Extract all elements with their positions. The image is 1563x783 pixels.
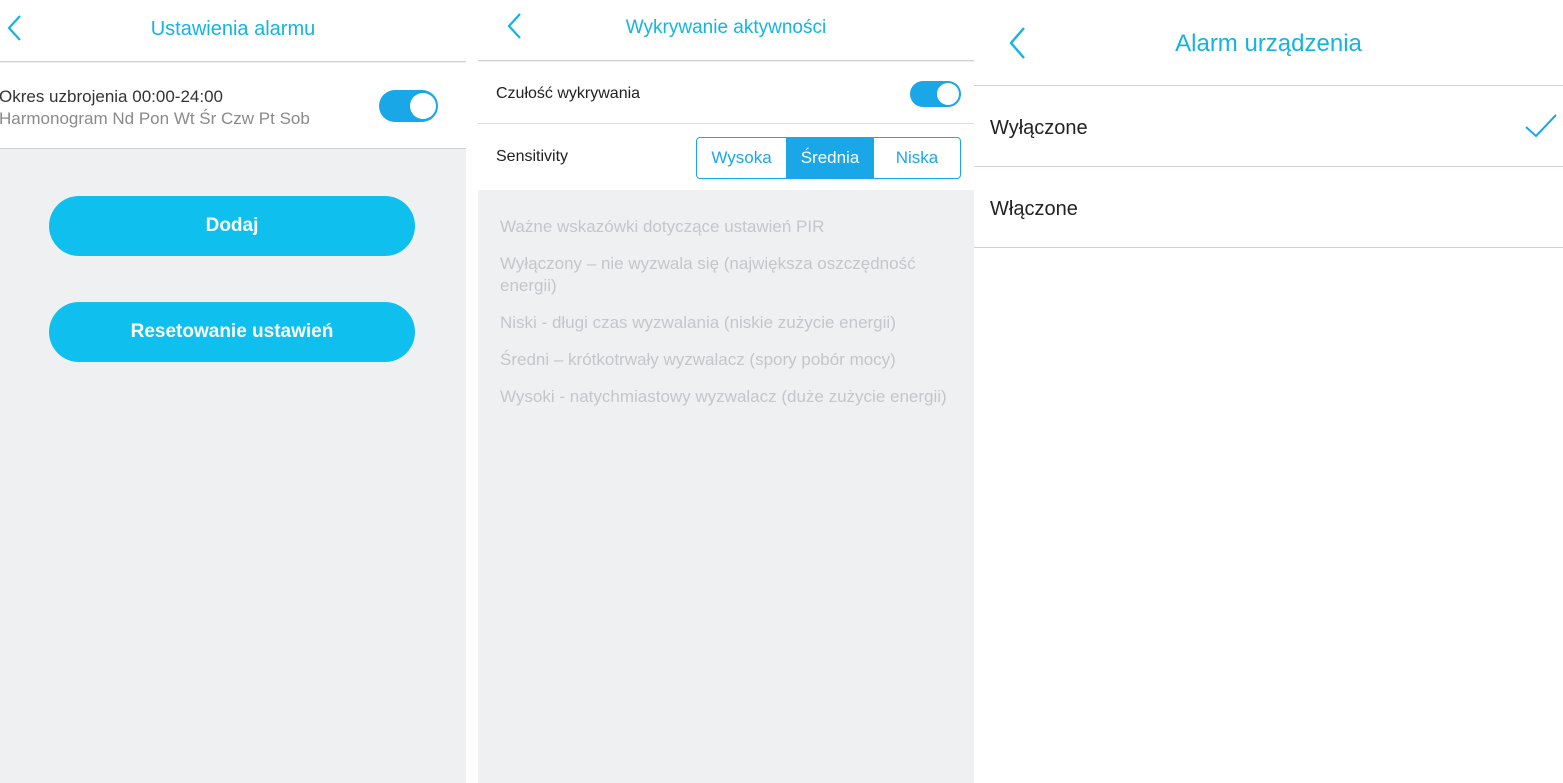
option-label: Włączone <box>990 198 1078 220</box>
tip-heading: Ważne wskazówki dotyczące ustawień PIR <box>500 217 825 236</box>
header: Ustawienia alarmu <box>0 0 466 62</box>
option-disabled[interactable]: Wyłączone <box>974 87 1563 167</box>
armed-period-text: Okres uzbrojenia 00:00-24:00 <box>0 87 223 107</box>
option-label: Wyłączone <box>990 117 1088 139</box>
detection-label: Czułość wykrywania <box>496 85 641 102</box>
reset-settings-button[interactable]: Resetowanie ustawień <box>49 302 415 362</box>
detection-toggle[interactable] <box>910 81 961 107</box>
detection-row: Czułość wykrywania <box>478 62 974 124</box>
device-alarm-panel: Alarm urządzenia Wyłączone Włączone <box>974 0 1563 783</box>
armed-toggle[interactable] <box>379 90 438 122</box>
schedule-text: Harmonogram Nd Pon Wt Śr Czw Pt Sob <box>0 109 310 129</box>
option-enabled[interactable]: Włączone <box>974 168 1563 248</box>
tip-low: Niski - długi czas wyzwalania (niskie zu… <box>500 313 896 332</box>
period-value: 00:00-24:00 <box>132 87 223 106</box>
header: Alarm urządzenia <box>974 0 1563 86</box>
sensitivity-label: Sensitivity <box>496 148 569 165</box>
add-button[interactable]: Dodaj <box>49 196 415 256</box>
schedule-label: Harmonogram <box>0 109 108 128</box>
page-title: Ustawienia alarmu <box>150 18 316 40</box>
activity-detection-panel: Wykrywanie aktywności Czułość wykrywania… <box>478 0 974 783</box>
armed-period-row: Okres uzbrojenia 00:00-24:00 Harmonogram… <box>0 63 466 149</box>
tip-high: Wysoki - natychmiastowy wyzwalacz (duże … <box>500 387 947 406</box>
sensitivity-segmented-control: Wysoka Średnia Niska <box>696 137 961 179</box>
tip-medium: Średni – krótkotrwały wyzwalacz (spory p… <box>500 350 896 369</box>
alarm-settings-panel: Ustawienia alarmu Okres uzbrojenia 00:00… <box>0 0 466 783</box>
sensitivity-option-high[interactable]: Wysoka <box>697 138 786 178</box>
toggle-knob <box>410 93 436 119</box>
pir-tips: Ważne wskazówki dotyczące ustawień PIR W… <box>500 216 950 423</box>
toggle-knob <box>937 83 959 105</box>
header: Wykrywanie aktywności <box>478 0 974 61</box>
tip-off: Wyłączony – nie wyzwala się (największa … <box>500 254 916 295</box>
page-title: Alarm urządzenia <box>1175 30 1362 57</box>
check-icon <box>1525 114 1557 138</box>
period-label: Okres uzbrojenia <box>0 87 128 106</box>
detection-settings: Czułość wykrywania Sensitivity Wysoka Śr… <box>478 62 974 190</box>
sensitivity-option-medium[interactable]: Średnia <box>786 138 874 178</box>
schedule-days: Nd Pon Wt Śr Czw Pt Sob <box>112 109 310 128</box>
page-title: Wykrywanie aktywności <box>625 17 827 38</box>
sensitivity-option-low[interactable]: Niska <box>874 138 960 178</box>
